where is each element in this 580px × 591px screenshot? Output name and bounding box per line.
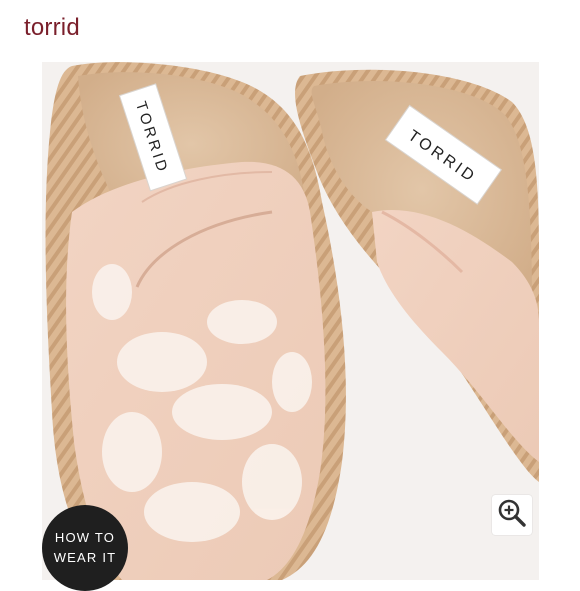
zoom-in-icon [497, 498, 527, 533]
how-to-line1: HOW TO [54, 530, 116, 545]
product-image[interactable]: TORRID TORRID [42, 62, 539, 580]
how-to-wear-it-button[interactable]: HOW TO WEAR IT [42, 505, 128, 591]
zoom-button[interactable] [492, 495, 532, 535]
how-to-line2: WEAR IT [53, 550, 117, 565]
brand-logo[interactable]: torrid [24, 14, 80, 42]
